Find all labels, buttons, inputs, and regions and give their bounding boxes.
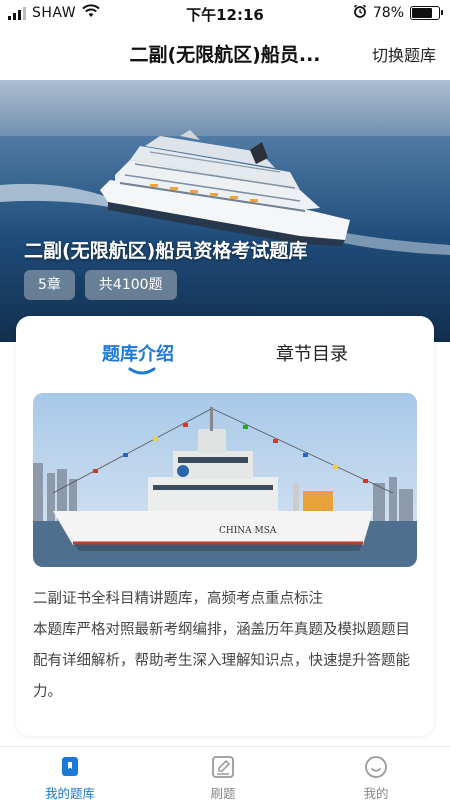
switch-bank-button[interactable]: 切换题库 [372, 42, 436, 66]
status-bar: SHAW 下午12:16 78% [0, 0, 450, 28]
hero-banner: 二副(无限航区)船员资格考试题库 5章 共4100题 [0, 80, 450, 342]
tab-intro[interactable]: 题库介绍 [102, 340, 174, 366]
patrol-ship-image: CHINA MSA [33, 393, 417, 567]
ship-hull-text: CHINA MSA [219, 526, 277, 536]
smile-icon [365, 756, 387, 778]
questions-badge: 共4100题 [84, 270, 177, 300]
tabbar-label: 我的 [363, 786, 389, 800]
book-icon [62, 757, 78, 776]
bank-title: 二副(无限航区)船员资格考试题库 [24, 240, 308, 262]
status-right: 78% [353, 4, 443, 22]
tab-chapters[interactable]: 章节目录 [276, 340, 348, 366]
bank-description: 二副证书全科目精讲题库，高频考点重点标注 本题库严格对照最新考纲编排，涵盖历年真… [33, 584, 423, 708]
bank-tags: 5章 共4100题 [24, 270, 177, 300]
tab-bar: 题库介绍 章节目录 [16, 316, 434, 386]
nav-bar: 二副(无限航区)船员... 切换题库 [0, 28, 450, 80]
tabbar-label: 刷题 [210, 786, 236, 800]
battery-percent: 78% [372, 5, 404, 21]
chapters-badge: 5章 [24, 270, 75, 300]
content-card: 题库介绍 章节目录 CHINA MSA 二副证书全科目精讲题库，高频考点重点标注… [16, 316, 434, 736]
battery-icon [410, 6, 443, 20]
tabbar-my-bank[interactable]: 我的题库 [25, 755, 115, 800]
tabbar-mine[interactable]: 我的 [331, 755, 421, 800]
description-line: 本题库严格对照最新考纲编排，涵盖历年真题及模拟题题目配有详细解析，帮助考生深入理… [33, 622, 410, 700]
alarm-icon [353, 4, 367, 22]
tab-active-indicator [128, 367, 156, 375]
edit-icon [212, 756, 234, 778]
bottom-tab-bar: 我的题库 刷题 我的 [0, 746, 450, 800]
description-line: 二副证书全科目精讲题库，高频考点重点标注 [33, 591, 323, 607]
tabbar-label: 我的题库 [44, 786, 95, 800]
cruise-ship-image [0, 80, 450, 342]
tabbar-practice[interactable]: 刷题 [178, 755, 268, 800]
